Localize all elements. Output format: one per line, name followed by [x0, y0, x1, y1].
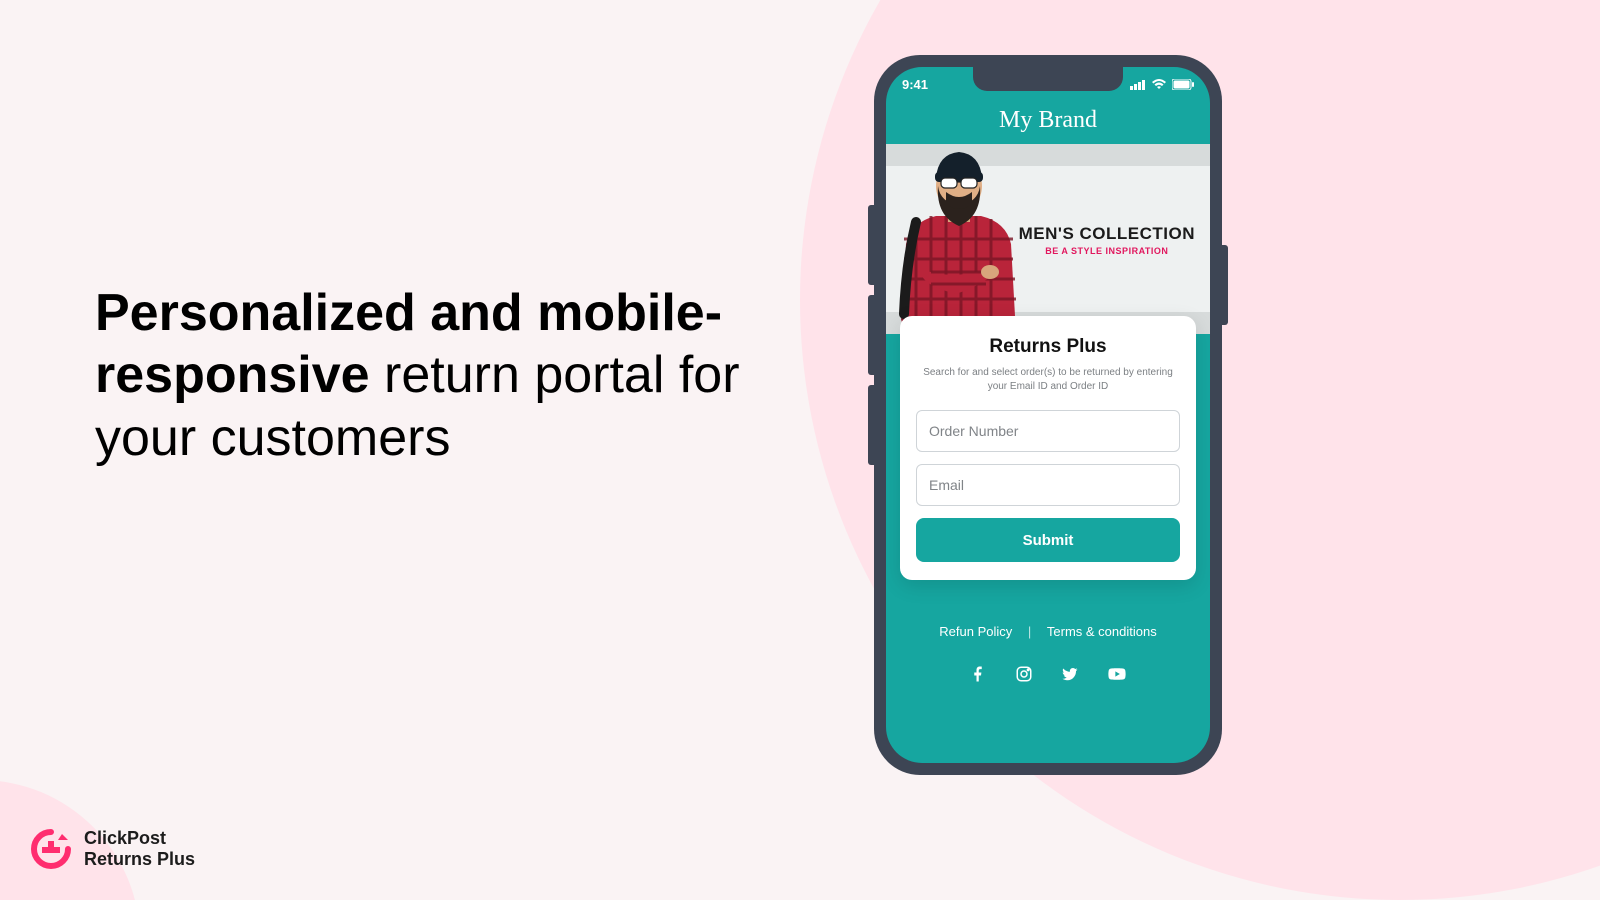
youtube-icon[interactable]	[1107, 665, 1127, 683]
card-title: Returns Plus	[916, 336, 1180, 358]
wifi-icon	[1151, 79, 1167, 90]
footer-links: Refun Policy | Terms & conditions	[886, 624, 1210, 639]
returns-card: Returns Plus Search for and select order…	[900, 316, 1196, 580]
phone-brand-title: My Brand	[886, 101, 1210, 144]
brand-logo-block: ClickPost Returns Plus	[30, 828, 195, 870]
submit-button[interactable]: Submit	[916, 518, 1180, 562]
instagram-icon[interactable]	[1015, 665, 1033, 683]
hero-banner: MEN'S COLLECTION BE A STYLE INSPIRATION	[886, 144, 1210, 334]
link-separator: |	[1022, 624, 1037, 639]
brand-line2: Returns Plus	[84, 849, 195, 870]
terms-link[interactable]: Terms & conditions	[1041, 624, 1163, 639]
card-subtitle: Search for and select order(s) to be ret…	[916, 366, 1180, 394]
email-input[interactable]	[916, 464, 1180, 506]
clickpost-logo-icon	[30, 828, 72, 870]
social-row	[886, 665, 1210, 683]
battery-icon	[1172, 79, 1194, 90]
phone-notch	[973, 67, 1123, 91]
headline: Personalized and mobile-responsive retur…	[95, 282, 745, 469]
signal-icon	[1130, 79, 1146, 90]
status-time: 9:41	[902, 77, 928, 92]
refund-policy-link[interactable]: Refun Policy	[933, 624, 1018, 639]
banner-subtitle: BE A STYLE INSPIRATION	[1019, 246, 1195, 256]
phone-mockup: 9:41 My Brand	[874, 55, 1222, 775]
brand-line1: ClickPost	[84, 828, 195, 849]
facebook-icon[interactable]	[969, 665, 987, 683]
banner-text: MEN'S COLLECTION BE A STYLE INSPIRATION	[1019, 224, 1195, 256]
phone-screen: 9:41 My Brand	[886, 67, 1210, 763]
banner-title: MEN'S COLLECTION	[1019, 224, 1195, 244]
model-photo	[886, 144, 1031, 334]
order-number-input[interactable]	[916, 410, 1180, 452]
twitter-icon[interactable]	[1061, 665, 1079, 683]
